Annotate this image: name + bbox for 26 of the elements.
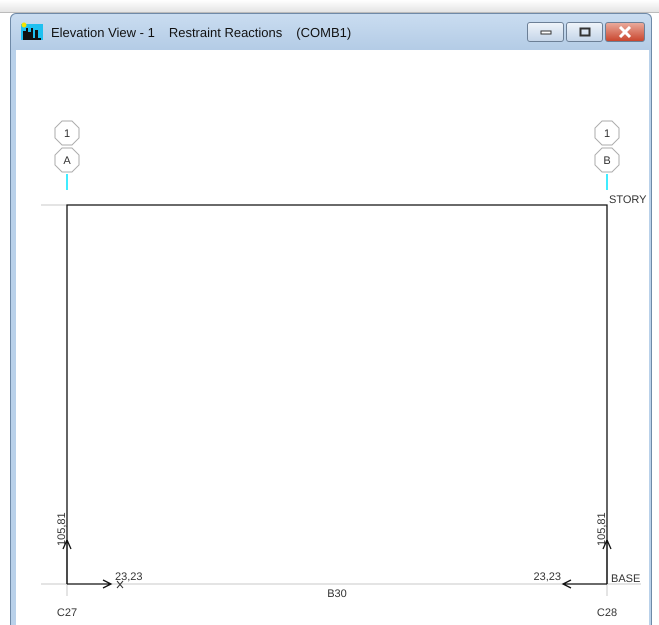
close-button[interactable] — [605, 22, 645, 42]
grid-bubble: 1 — [54, 120, 80, 146]
minimize-button[interactable] — [527, 22, 564, 42]
app-icon — [21, 22, 43, 42]
beam-label: B30 — [327, 588, 347, 600]
grid-bubble: B — [594, 148, 620, 172]
reaction-value: 23,23 — [533, 571, 561, 583]
story-label: BASE — [611, 573, 640, 585]
window-title: (COMB1) — [296, 24, 352, 40]
grid-tick — [606, 174, 608, 190]
window-title: Elevation View - 1 — [51, 24, 155, 40]
grid-tick — [66, 174, 68, 190]
close-icon — [618, 26, 632, 38]
reaction-value: 23,23 — [115, 571, 143, 583]
column-label: C27 — [56, 607, 78, 619]
column-label: C28 — [596, 607, 618, 619]
window-title: Restraint Reactions — [168, 24, 282, 40]
maximize-icon — [578, 27, 590, 37]
reaction-value: 105,81 — [596, 512, 608, 546]
grid-bubble: 1 — [594, 120, 620, 146]
maximize-button[interactable] — [566, 22, 603, 42]
story-label: STORY — [609, 194, 646, 206]
reaction-value: 105,81 — [56, 512, 68, 546]
minimize-icon — [540, 29, 552, 35]
cross-icon — [116, 580, 124, 588]
grid-bubble: A — [54, 148, 80, 172]
